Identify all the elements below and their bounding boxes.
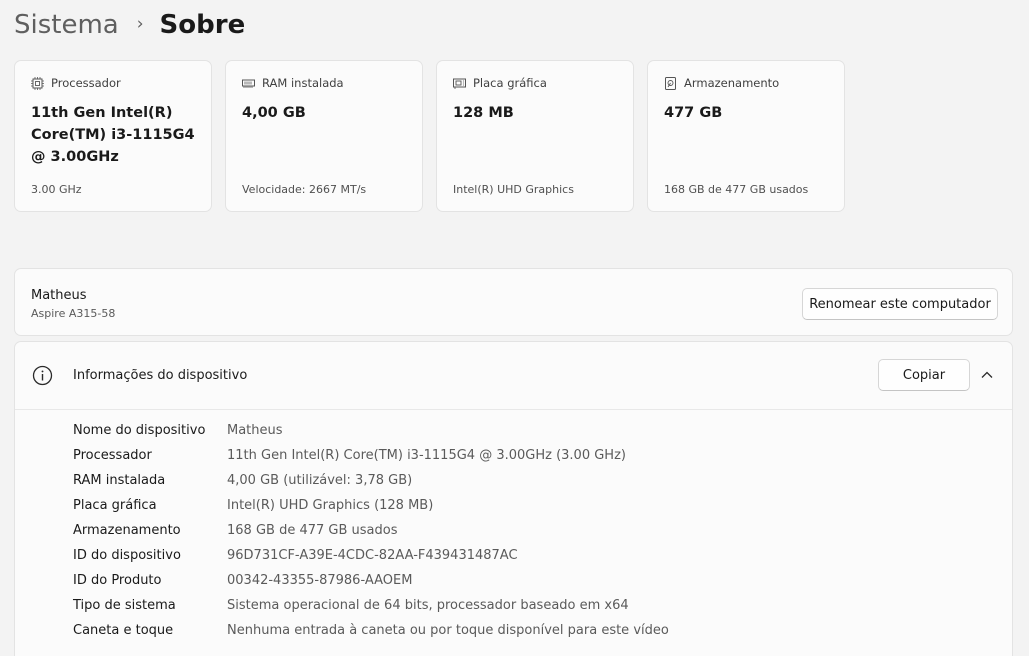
breadcrumb-parent-link[interactable]: Sistema — [14, 10, 119, 40]
info-row-value: 11th Gen Intel(R) Core(TM) i3-1115G4 @ 3… — [227, 448, 626, 463]
info-row-processor: Processador 11th Gen Intel(R) Core(TM) i… — [73, 443, 669, 468]
info-row-device-id: ID do dispositivo 96D731CF-A39E-4CDC-82A… — [73, 543, 669, 568]
spec-card-value: 11th Gen Intel(R) Core(TM) i3-1115G4 @ 3… — [31, 105, 195, 165]
info-row-label: Caneta e toque — [73, 623, 174, 638]
rename-computer-button[interactable]: Renomear este computador — [802, 288, 998, 320]
spec-card-detail: 3.00 GHz — [31, 183, 82, 196]
chevron-up-icon[interactable] — [979, 367, 995, 383]
breadcrumb-separator-icon: › — [136, 14, 144, 34]
copy-button[interactable]: Copiar — [878, 359, 970, 391]
info-row-value: 168 GB de 477 GB usados — [227, 523, 398, 538]
spec-card-detail: Intel(R) UHD Graphics — [453, 183, 574, 196]
info-row-value: Sistema operacional de 64 bits, processa… — [227, 598, 629, 613]
spec-card-value: 128 MB — [453, 105, 514, 121]
graphics-card-icon — [453, 78, 466, 89]
spec-card-label: Placa gráfica — [473, 76, 547, 90]
info-row-label: Processador — [73, 448, 152, 463]
spec-card-value: 4,00 GB — [242, 105, 306, 121]
spec-card-label: Processador — [51, 76, 121, 90]
info-row-label: ID do Produto — [73, 573, 162, 588]
info-row-label: Armazenamento — [73, 523, 181, 538]
info-row-value: 00342-43355-87986-AAOEM — [227, 573, 413, 588]
computer-name-panel: Matheus Aspire A315-58 Renomear este com… — [14, 268, 1013, 336]
info-row-value: 4,00 GB (utilizável: 3,78 GB) — [227, 473, 413, 488]
device-info-title: Informações do dispositivo — [73, 368, 248, 383]
computer-model: Aspire A315-58 — [31, 307, 116, 320]
info-row-device-name: Nome do dispositivo Matheus — [73, 418, 669, 443]
info-row-value: Nenhuma entrada à caneta ou por toque di… — [227, 623, 669, 638]
processor-icon — [31, 76, 44, 90]
device-info-header[interactable]: Informações do dispositivo Copiar — [15, 342, 1012, 410]
info-row-label: Nome do dispositivo — [73, 423, 206, 438]
info-row-value: Intel(R) UHD Graphics (128 MB) — [227, 498, 434, 513]
spec-card-ram: RAM instalada 4,00 GB Velocidade: 2667 M… — [225, 60, 423, 212]
spec-card-detail: Velocidade: 2667 MT/s — [242, 183, 367, 196]
info-row-product-id: ID do Produto 00342-43355-87986-AAOEM — [73, 568, 669, 593]
info-row-storage: Armazenamento 168 GB de 477 GB usados — [73, 518, 669, 543]
info-row-value: Matheus — [227, 423, 283, 438]
info-row-system-type: Tipo de sistema Sistema operacional de 6… — [73, 593, 669, 618]
spec-card-graphics: Placa gráfica 128 MB Intel(R) UHD Graphi… — [436, 60, 634, 212]
spec-card-detail: 168 GB de 477 GB usados — [664, 183, 809, 196]
spec-card-label: Armazenamento — [684, 76, 780, 90]
device-info-rows: Nome do dispositivo Matheus Processador … — [73, 418, 669, 643]
info-icon — [32, 365, 53, 386]
info-row-ram: RAM instalada 4,00 GB (utilizável: 3,78 … — [73, 468, 669, 493]
ram-icon — [242, 79, 255, 88]
spec-card-storage: Armazenamento 477 GB 168 GB de 477 GB us… — [647, 60, 845, 212]
info-row-pen-touch: Caneta e toque Nenhuma entrada à caneta … — [73, 618, 669, 643]
page-title: Sobre — [159, 10, 246, 40]
computer-name: Matheus — [31, 288, 87, 303]
spec-card-value: 477 GB — [664, 105, 723, 121]
breadcrumb: Sistema › Sobre — [14, 6, 245, 44]
info-row-label: Tipo de sistema — [73, 598, 176, 613]
device-info-panel: Informações do dispositivo Copiar Nome d… — [14, 341, 1013, 656]
spec-card-label: RAM instalada — [262, 76, 344, 90]
about-page: Sistema › Sobre Processador 11th Gen Int… — [0, 0, 1029, 656]
info-row-label: Placa gráfica — [73, 498, 157, 513]
info-row-label: RAM instalada — [73, 473, 166, 488]
info-row-value: 96D731CF-A39E-4CDC-82AA-F439431487AC — [227, 548, 518, 563]
info-row-graphics: Placa gráfica Intel(R) UHD Graphics (128… — [73, 493, 669, 518]
spec-cards: Processador 11th Gen Intel(R) Core(TM) i… — [14, 60, 845, 212]
info-row-label: ID do dispositivo — [73, 548, 181, 563]
spec-card-processor: Processador 11th Gen Intel(R) Core(TM) i… — [14, 60, 212, 212]
storage-icon — [665, 76, 676, 90]
